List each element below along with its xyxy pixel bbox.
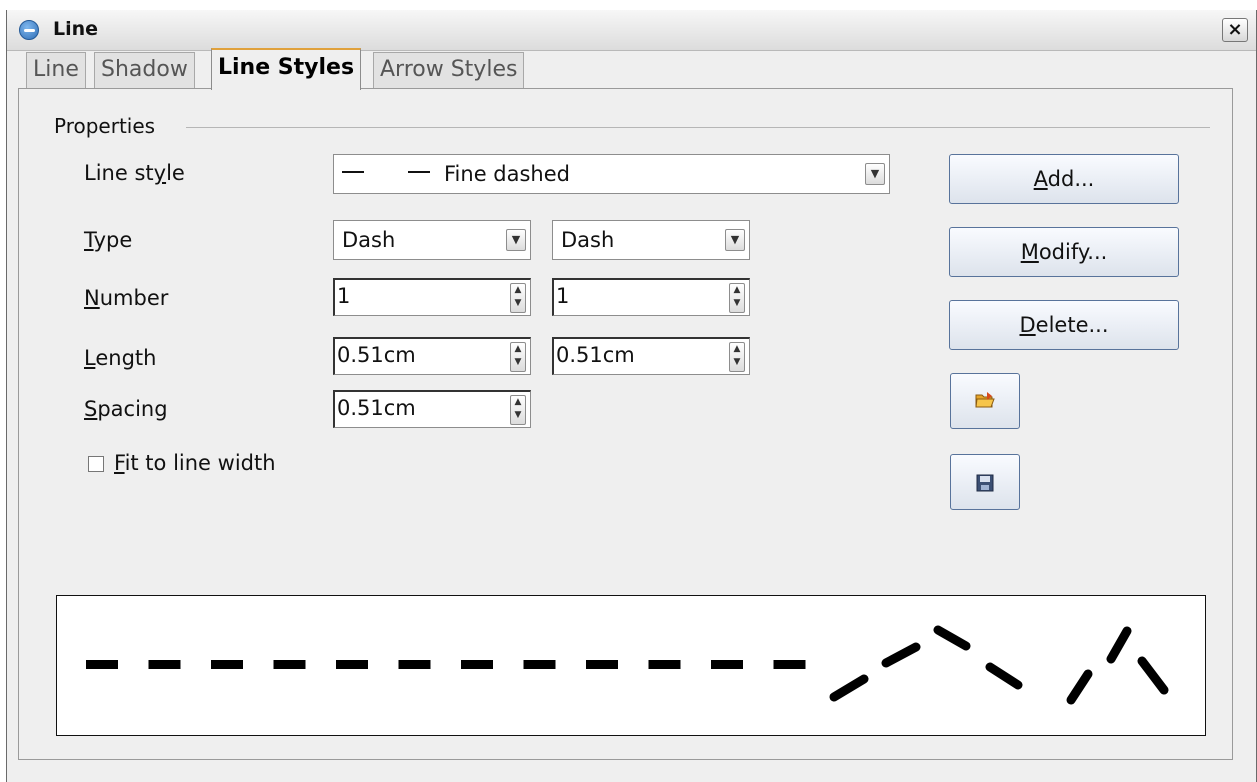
title-bar: Line ×	[7, 10, 1256, 51]
preview-dash	[398, 660, 431, 669]
spin-button[interactable]: ▲ ▼	[729, 342, 745, 372]
preview-dash	[881, 642, 921, 668]
number-value-2: 1	[556, 284, 570, 308]
spacing-field[interactable]: 0.51cm ▲ ▼	[333, 390, 531, 428]
group-divider	[186, 127, 1210, 128]
preview-dash	[829, 674, 869, 702]
line-style-value: Fine dashed	[444, 162, 570, 186]
chevron-down-icon[interactable]: ▼	[725, 229, 745, 251]
fit-to-line-width-label[interactable]: Fit to line width	[114, 451, 276, 475]
dashed-line-preview	[86, 625, 1169, 705]
type-select-1[interactable]: Dash ▼	[333, 220, 531, 260]
length-field-2[interactable]: 0.51cm ▲ ▼	[552, 337, 750, 375]
preview-dash	[1137, 656, 1169, 695]
spacing-value: 0.51cm	[337, 396, 416, 420]
preview-dash	[461, 660, 493, 669]
preview-dash	[985, 662, 1023, 690]
dash-preview-icon	[342, 171, 364, 173]
chevron-down-icon[interactable]: ▼	[506, 229, 526, 251]
floppy-disk-icon	[976, 474, 994, 492]
save-line-styles-button[interactable]	[950, 454, 1020, 510]
fit-to-line-width-checkbox[interactable]	[88, 456, 104, 472]
open-folder-icon	[975, 392, 995, 408]
modify-button[interactable]: Modify...	[949, 227, 1179, 277]
tab-shadow[interactable]: Shadow	[94, 52, 195, 88]
preview-dash	[86, 660, 118, 669]
length-value-2: 0.51cm	[556, 343, 635, 367]
line-style-preview	[56, 595, 1206, 736]
spin-button[interactable]: ▲ ▼	[729, 283, 745, 313]
app-icon	[19, 20, 39, 40]
length-field-1[interactable]: 0.51cm ▲ ▼	[333, 337, 531, 375]
preview-dash	[273, 660, 306, 669]
type-label: Type	[84, 228, 133, 252]
type-value-1: Dash	[342, 228, 396, 252]
tab-arrow-styles[interactable]: Arrow Styles	[373, 52, 525, 88]
line-style-label: Line style	[84, 161, 185, 185]
preview-dash	[648, 660, 681, 669]
preview-dash	[586, 660, 618, 669]
chevron-down-icon[interactable]: ▼	[865, 163, 885, 185]
close-button[interactable]: ×	[1222, 18, 1248, 42]
line-style-select[interactable]: Fine dashed ▼	[333, 154, 890, 194]
preview-dash	[1106, 626, 1132, 664]
dash-preview-icon	[408, 171, 430, 173]
spin-button[interactable]: ▲ ▼	[510, 283, 526, 313]
tab-line[interactable]: Line	[26, 52, 86, 88]
type-value-2: Dash	[561, 228, 615, 252]
properties-group-label: Properties	[54, 114, 156, 138]
preview-dash	[148, 660, 181, 669]
add-button[interactable]: Add...	[949, 154, 1179, 204]
tab-line-styles[interactable]: Line Styles	[211, 48, 362, 90]
delete-button[interactable]: Delete...	[949, 300, 1179, 350]
number-value-1: 1	[337, 284, 351, 308]
spin-button[interactable]: ▲ ▼	[510, 395, 526, 425]
dialog-title: Line	[53, 18, 99, 40]
preview-dash	[711, 660, 743, 669]
spacing-label: Spacing	[84, 397, 168, 421]
type-select-2[interactable]: Dash ▼	[552, 220, 750, 260]
preview-dash	[773, 660, 806, 669]
preview-dash	[336, 660, 368, 669]
length-value-1: 0.51cm	[337, 343, 416, 367]
length-label: Length	[84, 346, 157, 370]
preview-dash	[1066, 669, 1093, 705]
number-field-1[interactable]: 1 ▲ ▼	[333, 278, 531, 316]
preview-dash	[523, 660, 556, 669]
preview-dash	[933, 625, 971, 651]
spin-button[interactable]: ▲ ▼	[510, 342, 526, 372]
preview-dash	[211, 660, 243, 669]
number-field-2[interactable]: 1 ▲ ▼	[552, 278, 750, 316]
number-label: Number	[84, 286, 169, 310]
load-line-styles-button[interactable]	[950, 373, 1020, 429]
